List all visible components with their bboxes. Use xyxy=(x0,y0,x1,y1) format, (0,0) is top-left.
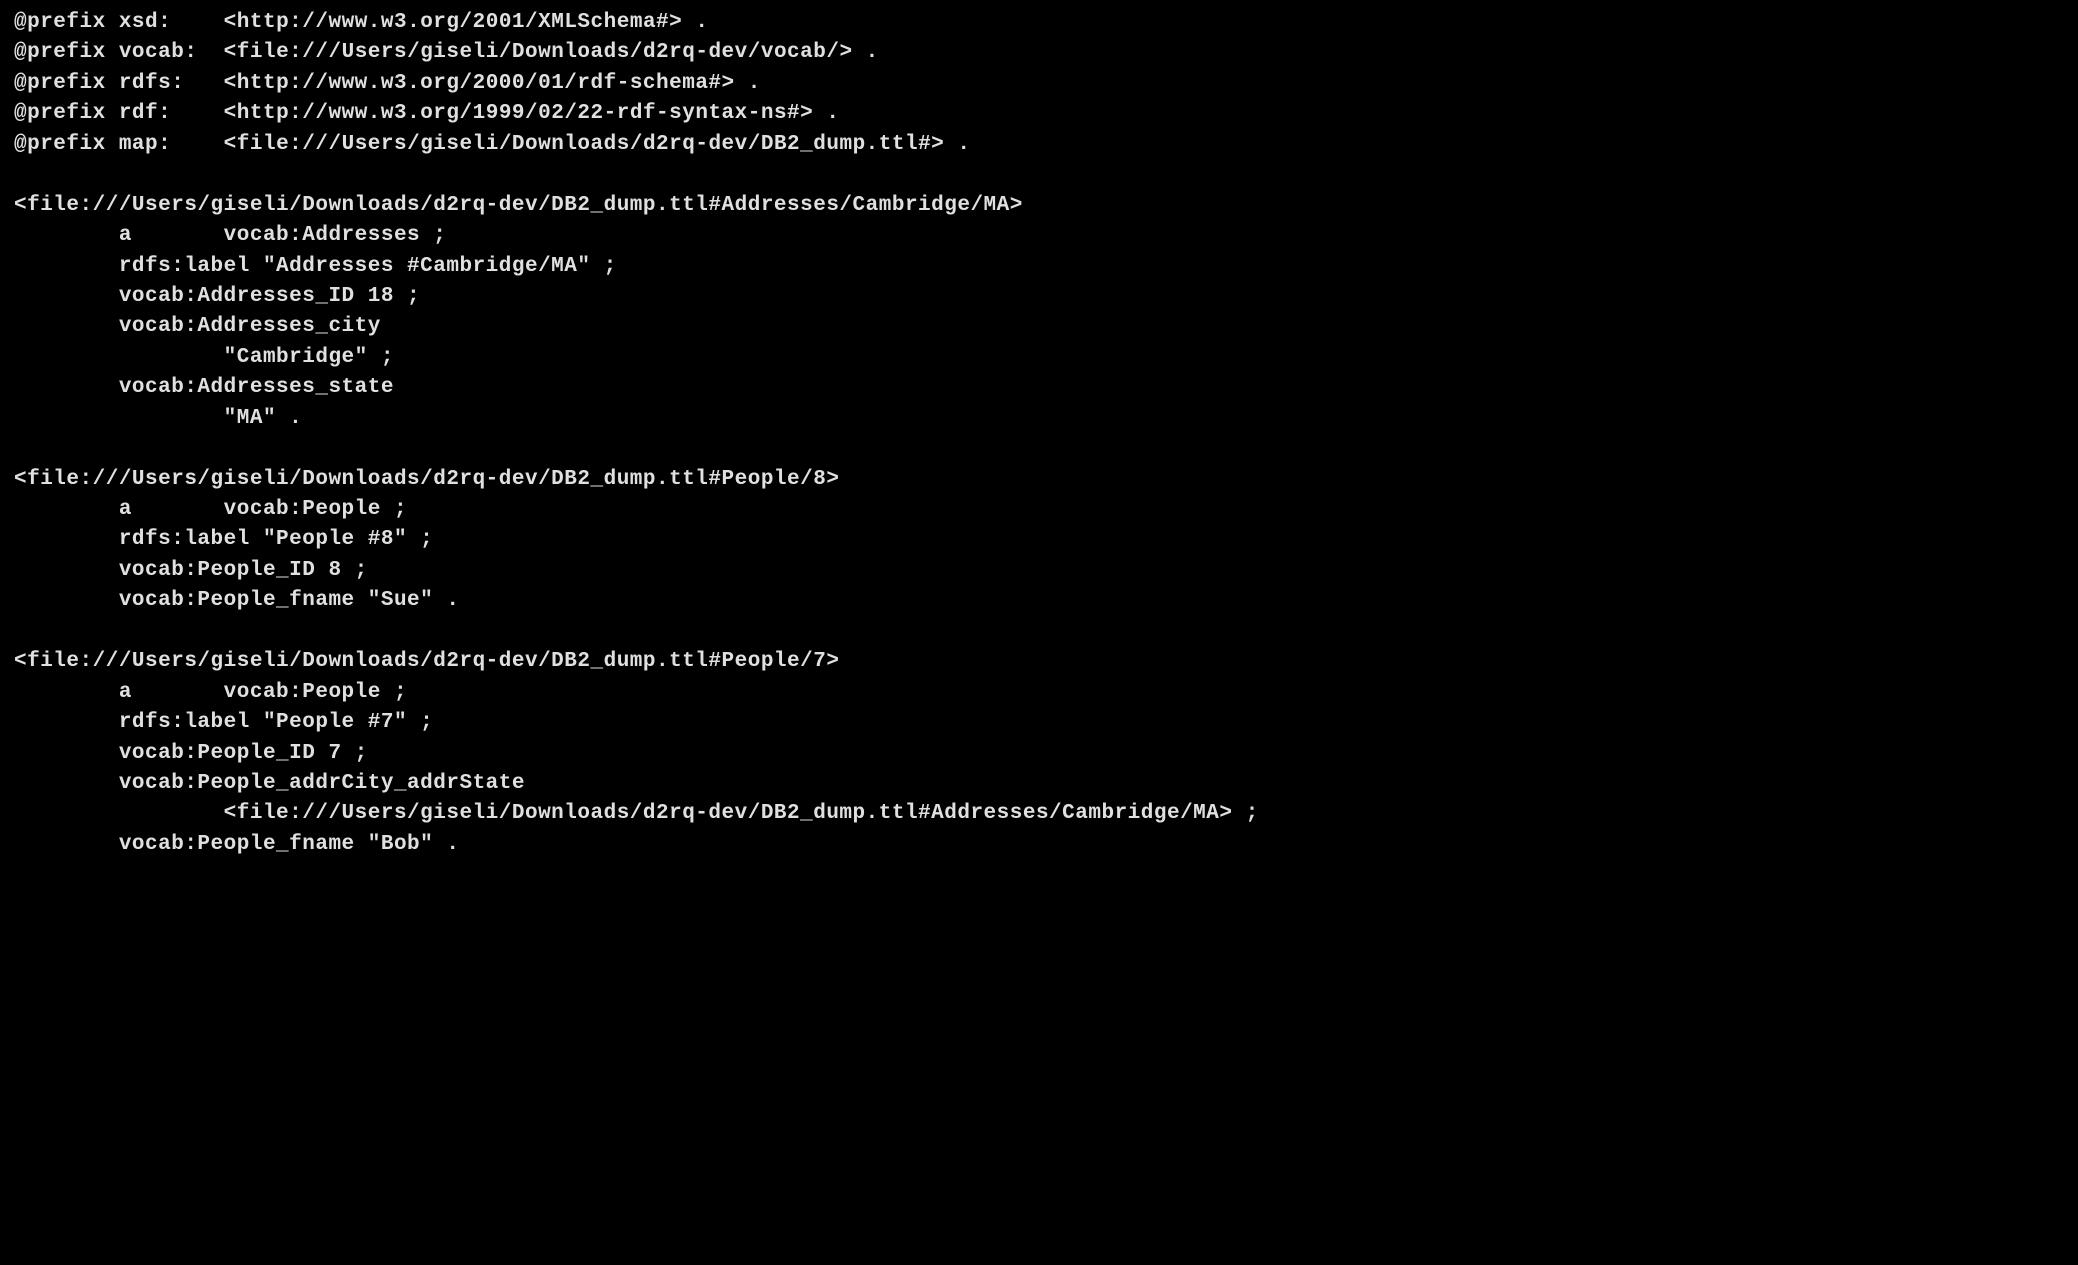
triple-line: "Cambridge" ; xyxy=(14,346,394,369)
triple-line: vocab:People_ID 8 ; xyxy=(14,559,368,582)
subject-iri: <file:///Users/giseli/Downloads/d2rq-dev… xyxy=(14,468,839,491)
prefix-line: @prefix xsd: <http://www.w3.org/2001/XML… xyxy=(14,11,708,34)
terminal-output: @prefix xsd: <http://www.w3.org/2001/XML… xyxy=(0,0,2078,868)
subject-iri: <file:///Users/giseli/Downloads/d2rq-dev… xyxy=(14,650,839,673)
prefix-line: @prefix rdfs: <http://www.w3.org/2000/01… xyxy=(14,72,761,95)
triple-line: rdfs:label "Addresses #Cambridge/MA" ; xyxy=(14,255,617,278)
triple-line: a vocab:People ; xyxy=(14,498,407,521)
triple-line: rdfs:label "People #8" ; xyxy=(14,528,433,551)
prefix-line: @prefix vocab: <file:///Users/giseli/Dow… xyxy=(14,41,879,64)
triple-line: a vocab:People ; xyxy=(14,681,407,704)
prefix-line: @prefix rdf: <http://www.w3.org/1999/02/… xyxy=(14,102,839,125)
triple-line: vocab:People_fname "Sue" . xyxy=(14,589,459,612)
triple-line: vocab:People_ID 7 ; xyxy=(14,742,368,765)
triple-line: vocab:Addresses_ID 18 ; xyxy=(14,285,420,308)
triple-line: vocab:Addresses_city xyxy=(14,315,381,338)
triple-line: rdfs:label "People #7" ; xyxy=(14,711,433,734)
triple-line: vocab:People_fname "Bob" . xyxy=(14,833,459,856)
triple-line: vocab:People_addrCity_addrState xyxy=(14,772,525,795)
triple-line: a vocab:Addresses ; xyxy=(14,224,446,247)
triple-line: <file:///Users/giseli/Downloads/d2rq-dev… xyxy=(14,802,1259,825)
triple-line: vocab:Addresses_state xyxy=(14,376,394,399)
triple-line: "MA" . xyxy=(14,407,302,430)
prefix-line: @prefix map: <file:///Users/giseli/Downl… xyxy=(14,133,971,156)
subject-iri: <file:///Users/giseli/Downloads/d2rq-dev… xyxy=(14,194,1023,217)
